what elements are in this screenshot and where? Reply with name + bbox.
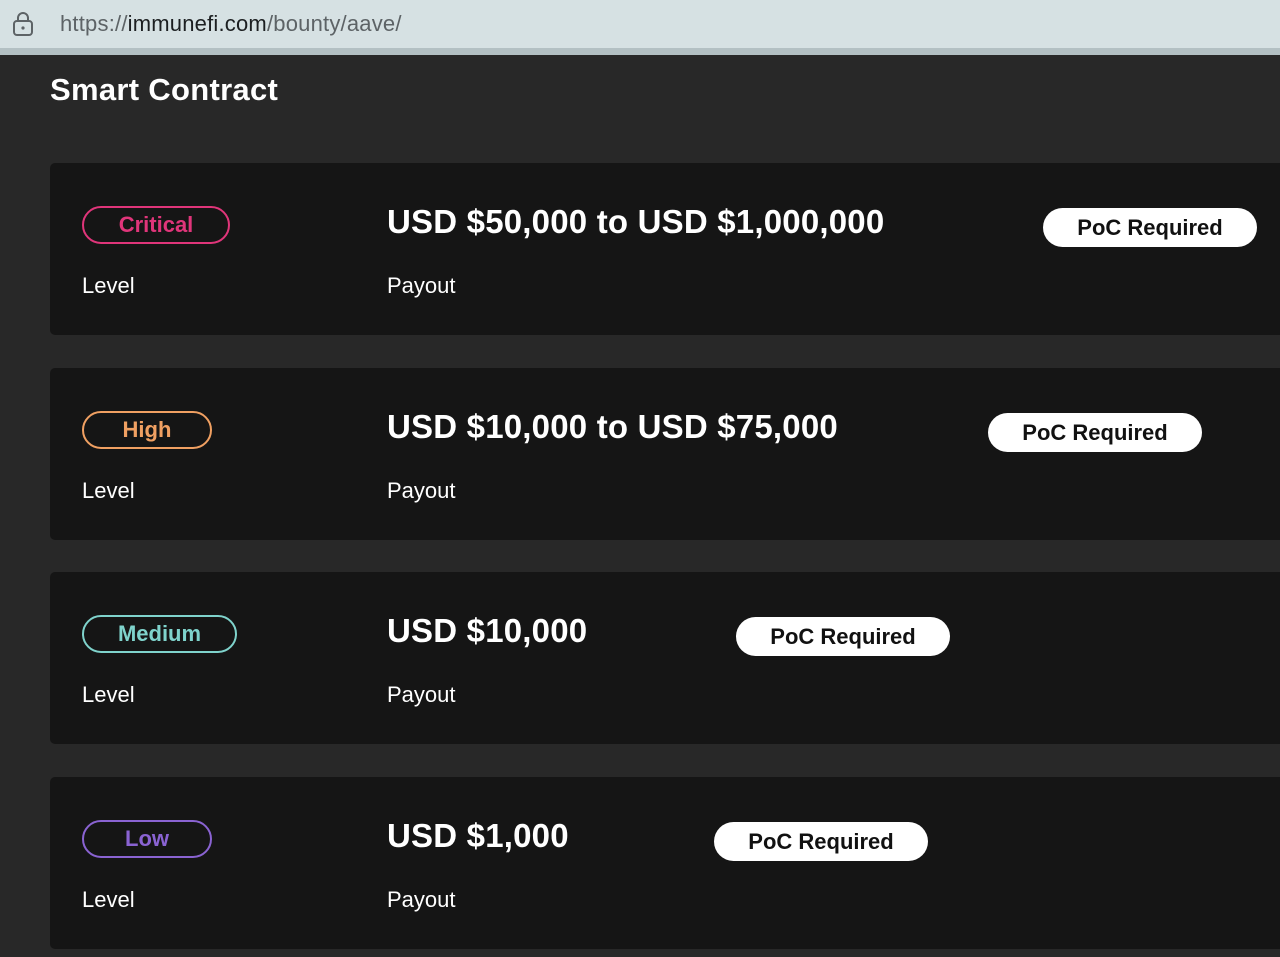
payout-amount: USD $10,000 bbox=[387, 612, 588, 649]
address-bar[interactable]: https://immunefi.com/bounty/aave/ bbox=[0, 0, 1280, 55]
payout-amount: USD $50,000 to USD $1,000,000 bbox=[387, 203, 885, 240]
url-text[interactable]: https://immunefi.com/bounty/aave/ bbox=[60, 11, 402, 37]
reward-row-high: High Level USD $10,000 to USD $75,000 Pa… bbox=[50, 368, 1280, 540]
reward-row-low: Low Level USD $1,000 Payout PoC Required bbox=[50, 777, 1280, 949]
level-pill-low: Low bbox=[82, 820, 212, 858]
level-pill-medium: Medium bbox=[82, 615, 237, 653]
reward-row-critical: Critical Level USD $50,000 to USD $1,000… bbox=[50, 163, 1280, 335]
section-title: Smart Contract bbox=[50, 72, 279, 107]
payout-caption: Payout bbox=[387, 887, 456, 912]
level-caption: Level bbox=[82, 478, 135, 503]
url-host: immunefi.com bbox=[127, 11, 267, 36]
url-path: /bounty/aave/ bbox=[266, 11, 402, 36]
poc-required-badge: PoC Required bbox=[1043, 208, 1257, 247]
poc-required-badge: PoC Required bbox=[988, 413, 1202, 452]
level-pill-high: High bbox=[82, 411, 212, 449]
payout-amount: USD $1,000 bbox=[387, 817, 569, 854]
level-caption: Level bbox=[82, 273, 135, 298]
reward-row-medium: Medium Level USD $10,000 Payout PoC Requ… bbox=[50, 572, 1280, 744]
url-scheme: https:// bbox=[60, 11, 128, 36]
payout-amount: USD $10,000 to USD $75,000 bbox=[387, 408, 838, 445]
level-pill-critical: Critical bbox=[82, 206, 230, 244]
payout-caption: Payout bbox=[387, 682, 456, 707]
poc-required-badge: PoC Required bbox=[714, 822, 928, 861]
payout-caption: Payout bbox=[387, 478, 456, 503]
poc-required-badge: PoC Required bbox=[736, 617, 950, 656]
payout-caption: Payout bbox=[387, 273, 456, 298]
level-caption: Level bbox=[82, 887, 135, 912]
level-caption: Level bbox=[82, 682, 135, 707]
lock-icon[interactable] bbox=[12, 11, 34, 37]
